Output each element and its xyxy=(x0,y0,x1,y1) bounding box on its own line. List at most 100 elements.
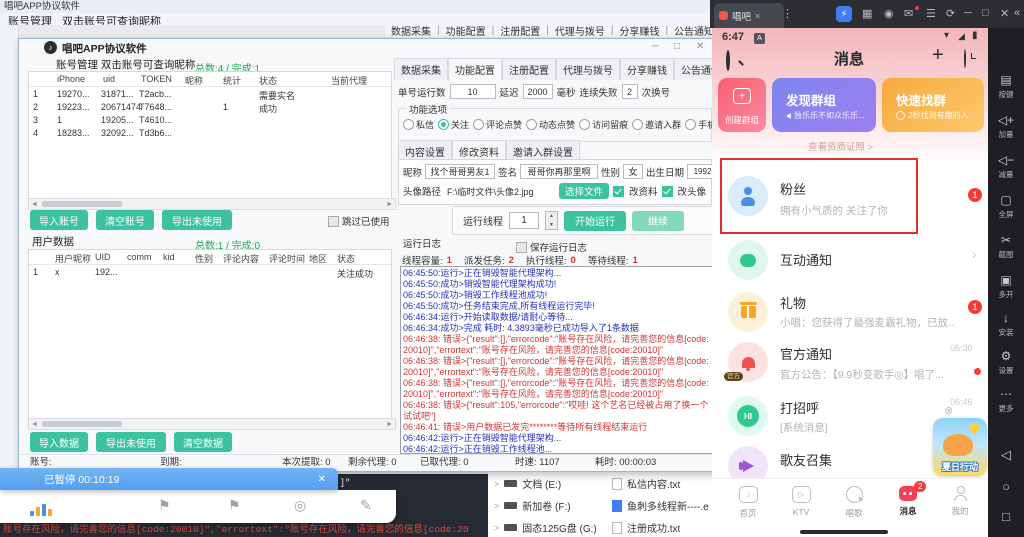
android-recents-button[interactable]: □ xyxy=(988,510,1024,523)
radio-label[interactable]: 邀请入群 xyxy=(645,118,681,131)
message-item-official[interactable]: 官方 官方通知 官方公告：【9.9秒变歌手◎】唱了... 06:30 xyxy=(712,338,988,390)
file-label[interactable]: 私信内容.txt xyxy=(627,476,680,491)
tab-register-config[interactable]: 注册配置 xyxy=(502,58,556,80)
flag-marker-icon[interactable]: ⚑ xyxy=(228,497,241,514)
account-icon[interactable]: ◉ xyxy=(884,7,894,20)
users-hscrollbar[interactable]: ◄ ► xyxy=(28,418,396,430)
edit-avatar-checkbox[interactable] xyxy=(662,186,673,197)
radio-invite-group[interactable] xyxy=(632,119,643,130)
nav-ktv[interactable]: ▷ KTV xyxy=(783,486,819,517)
bg-tab-share[interactable]: 分享赚钱 xyxy=(613,24,665,37)
col-header-status[interactable]: 状态 xyxy=(259,74,277,87)
mail-icon[interactable]: ✉ xyxy=(904,7,913,20)
drive-label[interactable]: 新加卷 (F:) xyxy=(522,498,570,513)
sidebar-item-settings[interactable]: ⚙ 设置 xyxy=(988,350,1024,376)
col-header-comment[interactable]: 评论内容 xyxy=(223,252,259,265)
message-item-interact[interactable]: 互动通知 › xyxy=(712,236,988,284)
sidebar-item-more[interactable]: ⋯ 更多 xyxy=(988,388,1024,414)
clear-data-button[interactable]: 清空数据 xyxy=(174,432,232,452)
file-label[interactable]: 注册成功.txt xyxy=(627,520,680,535)
ma​ximize-icon[interactable]: □ xyxy=(982,7,989,19)
message-item-fans[interactable]: 粉丝 拥有小气质的 关注了你 1 xyxy=(712,160,988,230)
col-header-region[interactable]: 地区 xyxy=(309,252,327,265)
message-item-gift[interactable]: 礼物 小唱：您获得了最强麦霸礼物，已放... 1 xyxy=(712,288,988,338)
col-header-sex[interactable]: 性别 xyxy=(195,252,213,265)
table-row[interactable]: 1 19270... 31871... T2acb... 需要实名 xyxy=(29,89,391,102)
scroll-thumb[interactable] xyxy=(42,201,122,207)
export-unused-accounts-button[interactable]: 导出未使用 xyxy=(162,210,232,230)
sidebar-item-volume-up[interactable]: ◁+ 加量 xyxy=(988,114,1024,140)
android-back-button[interactable]: ◁ xyxy=(988,448,1024,461)
recorder-status-bar[interactable]: 已暂停 00:10:19 ✕ xyxy=(0,468,338,490)
table-row[interactable]: 4 18283... 32092... Td3b6... xyxy=(29,128,391,141)
col-header-iphone[interactable]: iPhone xyxy=(57,74,85,84)
nav-sing[interactable]: 唱歌 xyxy=(836,486,872,519)
drive-row[interactable]: > 文档 (E:) xyxy=(494,476,561,491)
delay-input[interactable]: 2000 xyxy=(523,84,553,99)
chevron-right-icon[interactable]: > xyxy=(494,479,499,489)
minimize-icon[interactable]: ─ xyxy=(964,7,972,19)
edit-profile-checkbox[interactable] xyxy=(613,186,624,197)
pencil-tool-icon[interactable]: ✎ xyxy=(360,497,372,514)
table-row[interactable]: 2 19223... 20671474 T7648... 1 成功 xyxy=(29,102,391,115)
stepper-down-icon[interactable]: ▼ xyxy=(549,222,554,228)
flag-marker-icon[interactable]: ⚑ xyxy=(158,497,171,514)
android-home-button[interactable]: ○ xyxy=(988,480,1024,493)
checkbox-box[interactable] xyxy=(516,242,527,253)
discover-groups-card[interactable]: 发现群组 独乐乐不如众乐乐... xyxy=(772,78,876,132)
radio-private-msg[interactable] xyxy=(403,119,414,130)
radio-visit-trace[interactable] xyxy=(579,119,590,130)
col-header-time[interactable]: 评论时间 xyxy=(269,252,305,265)
file-label[interactable]: 鱼刺多线程新----.e xyxy=(627,498,709,513)
sidebar-item-keymap[interactable]: ▤ 按键 xyxy=(988,74,1024,100)
radio-follow[interactable] xyxy=(438,119,449,130)
import-data-button[interactable]: 导入数据 xyxy=(30,432,88,452)
chart-tool-icon[interactable] xyxy=(30,498,54,516)
col-header-uid[interactable]: UID xyxy=(95,252,111,262)
nick-input[interactable]: 找个哥哥男友1 xyxy=(425,164,495,179)
scroll-left-icon[interactable]: ◄ xyxy=(31,421,38,428)
activity-sticker[interactable]: 夏日行动 xyxy=(933,418,987,476)
fail-input[interactable]: 2 xyxy=(622,84,638,99)
accounts-table[interactable]: iPhone uid TOKEN 昵称 统计 状态 当前代理 1 19270..… xyxy=(28,71,392,199)
skip-used-checkbox[interactable]: 跳过已使用 xyxy=(328,214,390,228)
import-accounts-button[interactable]: 导入账号 xyxy=(30,210,88,230)
col-header-kid[interactable]: kid xyxy=(163,252,175,262)
export-unused-data-button[interactable]: 导出未使用 xyxy=(96,432,166,452)
col-header-token[interactable]: TOKEN xyxy=(141,74,172,84)
sidebar-item-fullscreen[interactable]: ▢ 全屏 xyxy=(988,194,1024,220)
tab-close-icon[interactable]: × xyxy=(755,11,760,21)
users-table[interactable]: 用户昵称 UID comm kid 性别 评论内容 评论时间 地区 状态 1 x… xyxy=(28,249,392,419)
sidebar-collapse-icon[interactable]: « xyxy=(1014,7,1020,19)
sidebar-item-multi-instance[interactable]: ▣ 多开 xyxy=(988,274,1024,300)
nav-messages[interactable]: 消息 2 xyxy=(890,486,926,517)
scroll-right-icon[interactable]: ► xyxy=(386,421,393,428)
start-run-button[interactable]: 开始运行 xyxy=(564,211,626,231)
sidebar-item-screenshot[interactable]: ✂ 截图 xyxy=(988,234,1024,260)
radio-post-like[interactable] xyxy=(526,119,537,130)
quick-find-group-card[interactable]: 快速找群 2秒找到有趣的人 xyxy=(882,78,984,132)
emulator-tab[interactable]: 唱吧 × xyxy=(714,3,784,28)
file-row[interactable]: 鱼刺多线程新----.e xyxy=(612,498,709,513)
main-window-titlebar[interactable]: ♪ 唱吧APP协议软件 ─ □ ✕ xyxy=(20,40,715,56)
recorder-close-button[interactable]: ✕ xyxy=(318,474,326,485)
bg-menu-account[interactable]: 账号管理 xyxy=(8,13,52,25)
rotate-icon[interactable]: ⟳ xyxy=(946,7,955,20)
col-header-nick[interactable]: 昵称 xyxy=(185,74,203,87)
tab-proxy-dial[interactable]: 代理与拨号 xyxy=(556,58,620,80)
sticker-close-icon[interactable]: ⊗ xyxy=(944,404,953,417)
radio-label[interactable]: 动态点赞 xyxy=(539,118,575,131)
nav-home[interactable]: ♪ 首页 xyxy=(730,486,766,519)
col-header-proxy[interactable]: 当前代理 xyxy=(331,74,367,87)
thread-count-input[interactable]: 1 xyxy=(509,212,539,229)
drive-row[interactable]: > 新加卷 (F:) xyxy=(494,498,571,513)
nav-profile[interactable]: 我的 xyxy=(942,486,978,517)
table-row[interactable]: 1 x 192... 关注成功 xyxy=(29,267,391,280)
zoom-tool-icon[interactable]: ◎ xyxy=(294,497,306,514)
avatar-path-input[interactable]: F:\临时文件\头像2.jpg xyxy=(445,185,555,198)
accounts-hscrollbar[interactable]: ◄ ► xyxy=(28,198,396,210)
apps-grid-icon[interactable]: ▦ xyxy=(862,7,872,20)
radio-phone-lookup[interactable] xyxy=(685,119,696,130)
add-icon[interactable]: + xyxy=(932,44,944,67)
continue-button[interactable]: 继续 xyxy=(632,211,684,231)
